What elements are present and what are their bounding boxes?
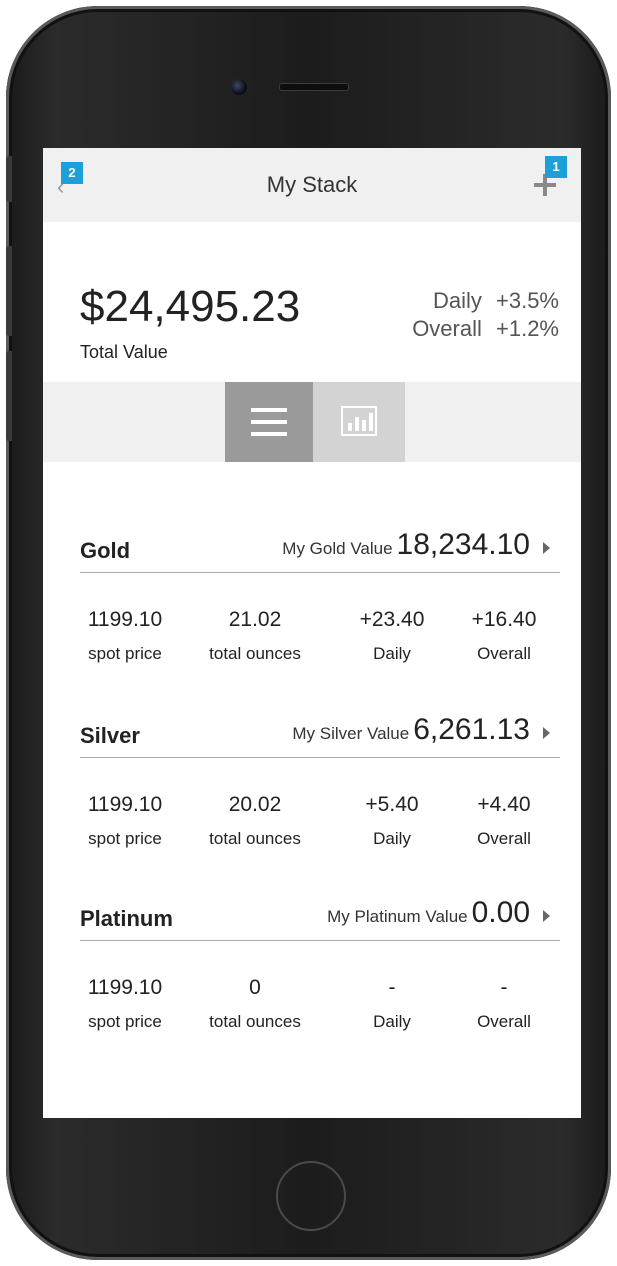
stat-value: 20.02 (228, 793, 282, 816)
stat-value: 21.02 (228, 608, 282, 631)
stat-label: spot price (88, 644, 162, 663)
metal-value-amount: 18,234.10 (396, 528, 530, 561)
page-title: My Stack (266, 172, 358, 197)
stat-label: Overall (477, 829, 531, 848)
stat-label: Daily (373, 1012, 411, 1031)
stat-overall: - Overall (454, 976, 554, 1032)
stat-daily: +5.40 Daily (342, 793, 442, 849)
stat-value: - (500, 976, 508, 999)
chevron-right-icon (543, 542, 550, 554)
overall-change-label: Overall (412, 316, 482, 341)
volume-down-button (6, 351, 12, 441)
stat-label: total ounces (209, 829, 301, 848)
annotation-badge: 1 (545, 156, 567, 178)
chevron-right-icon (543, 910, 550, 922)
overall-change-value: +1.2% (496, 316, 559, 341)
bar-chart-icon (341, 406, 377, 436)
earpiece-speaker (279, 83, 349, 91)
stat-label: Overall (477, 644, 531, 663)
overall-change: Overall +1.2% (412, 316, 559, 342)
metal-value-amount: 0.00 (471, 896, 530, 929)
metal-header[interactable]: Silver My Silver Value 6,261.13 (80, 713, 560, 758)
stat-label: Daily (373, 644, 411, 663)
home-button (276, 1161, 346, 1231)
daily-change: Daily +3.5% (433, 288, 559, 314)
daily-change-label: Daily (432, 288, 482, 313)
view-toggle (43, 382, 581, 462)
metal-value-label: My Platinum Value (327, 907, 468, 926)
metal-value-label: My Gold Value (282, 539, 393, 558)
metal-value: My Platinum Value 0.00 (327, 896, 530, 930)
add-button[interactable]: 1 (529, 156, 567, 204)
front-camera (229, 77, 249, 97)
metal-name: Silver (80, 723, 140, 748)
stat-value: +5.40 (365, 793, 419, 816)
nav-bar: ‹ 2 My Stack 1 (43, 148, 581, 222)
stat-label: total ounces (209, 1012, 301, 1031)
stat-value: 1199.10 (87, 793, 163, 816)
metal-header[interactable]: Gold My Gold Value 18,234.10 (80, 528, 560, 573)
stat-total-ounces: 21.02 total ounces (185, 608, 325, 664)
chevron-right-icon (543, 727, 550, 739)
metal-value-label: My Silver Value (292, 724, 410, 743)
metal-value-amount: 6,261.13 (413, 713, 530, 746)
metal-name: Gold (80, 538, 131, 563)
stat-overall: +4.40 Overall (454, 793, 554, 849)
daily-change-value: +3.5% (496, 288, 559, 313)
app-screen: ‹ 2 My Stack 1 $24,495.23 Total Value Da… (43, 148, 581, 1118)
stat-label: Overall (477, 1012, 531, 1031)
stat-spot-price: 1199.10 spot price (70, 976, 180, 1032)
stat-label: Daily (373, 829, 411, 848)
stat-total-ounces: 0 total ounces (185, 976, 325, 1032)
stat-label: spot price (88, 829, 162, 848)
stat-value: +16.40 (471, 608, 537, 631)
stat-value: 0 (249, 976, 261, 999)
stat-label: spot price (88, 1012, 162, 1031)
stat-daily: - Daily (342, 976, 442, 1032)
stat-value: 1199.10 (87, 976, 163, 999)
stat-spot-price: 1199.10 spot price (70, 608, 180, 664)
stat-overall: +16.40 Overall (454, 608, 554, 664)
metal-value: My Gold Value 18,234.10 (282, 528, 530, 562)
metal-value: My Silver Value 6,261.13 (292, 713, 530, 747)
mute-switch (6, 156, 12, 202)
stat-label: total ounces (209, 644, 301, 663)
stat-value: - (388, 976, 396, 999)
stat-value: +4.40 (477, 793, 531, 816)
metal-header[interactable]: Platinum My Platinum Value 0.00 (80, 896, 560, 941)
list-view-button[interactable] (225, 382, 313, 462)
volume-up-button (6, 246, 12, 336)
stat-value: 1199.10 (87, 608, 163, 631)
total-value-label: Total Value (80, 342, 168, 362)
stat-total-ounces: 20.02 total ounces (185, 793, 325, 849)
stat-spot-price: 1199.10 spot price (70, 793, 180, 849)
total-value: $24,495.23 (80, 282, 301, 331)
chart-view-button[interactable] (313, 382, 405, 462)
stat-value: +23.40 (359, 608, 425, 631)
list-icon (251, 408, 287, 436)
metal-name: Platinum (80, 906, 173, 931)
stat-daily: +23.40 Daily (342, 608, 442, 664)
